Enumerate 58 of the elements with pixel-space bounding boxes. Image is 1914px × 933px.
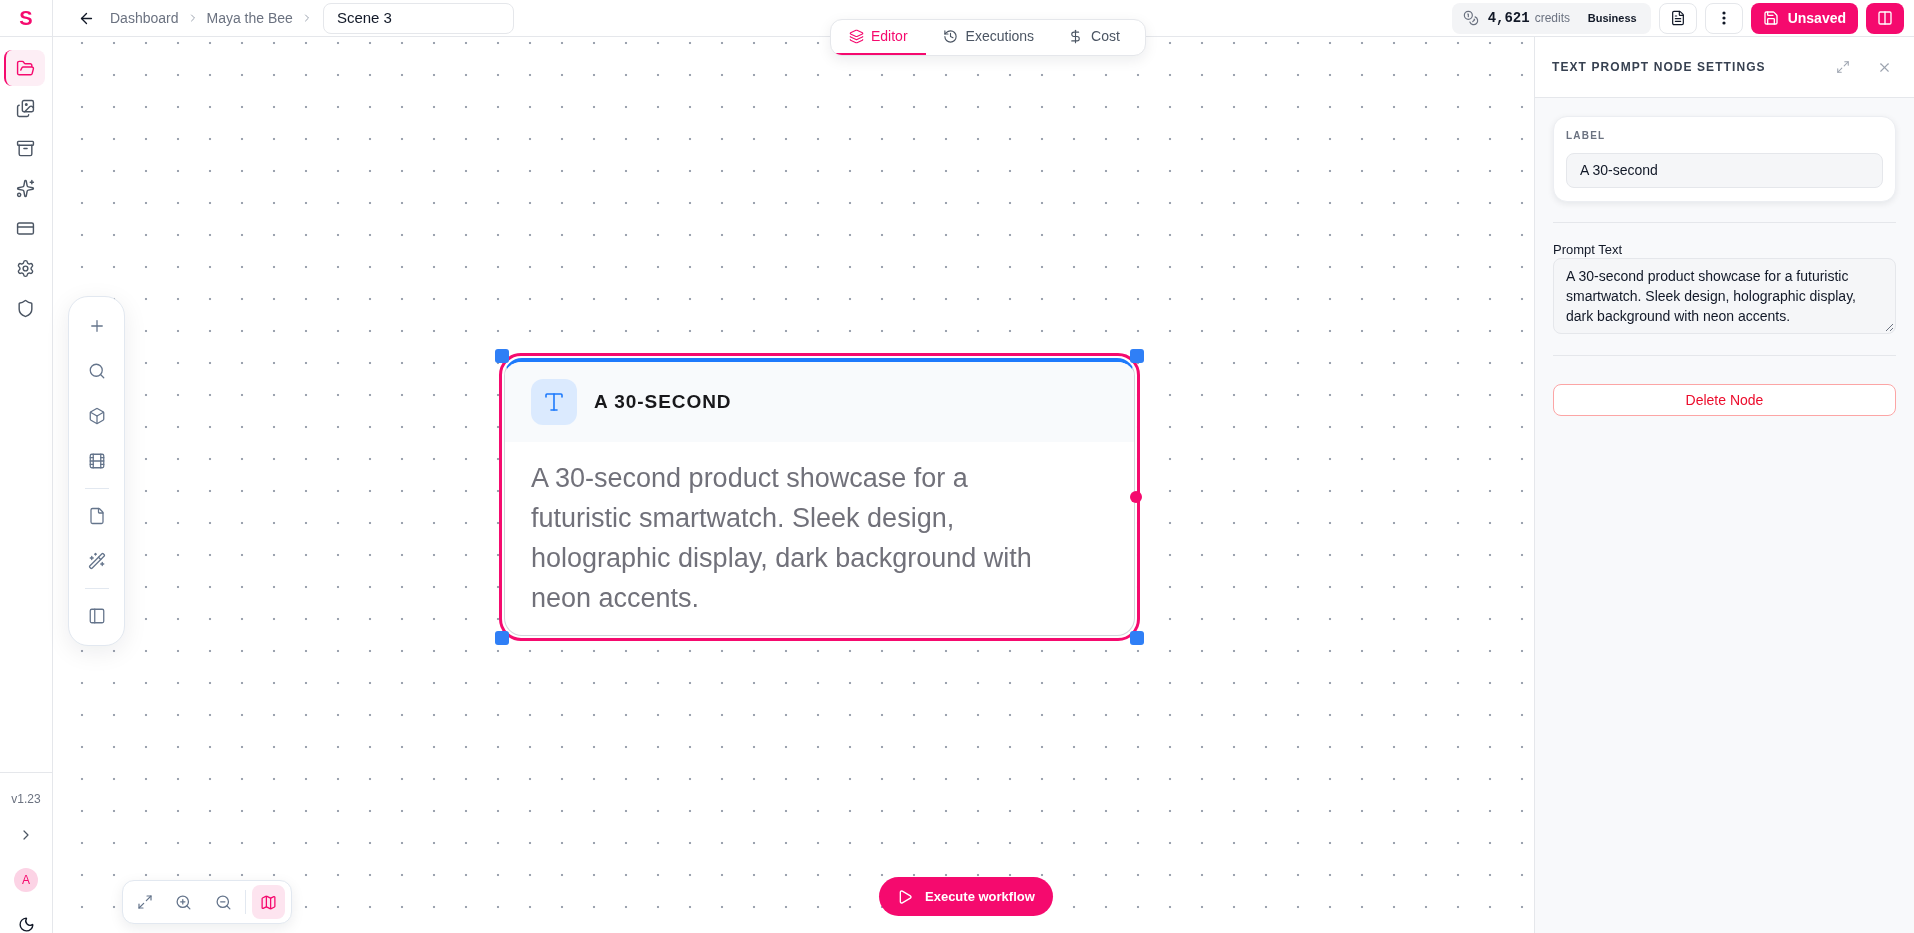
field-label: LABEL: [1566, 130, 1607, 142]
save-icon: [1762, 10, 1779, 26]
more-options-button[interactable]: [1704, 2, 1743, 34]
settings-icon: [16, 258, 35, 278]
node-title: A 30-SECOND: [594, 389, 732, 414]
resize-handle[interactable]: [495, 631, 509, 645]
delete-node-button[interactable]: Delete Node: [1553, 384, 1896, 416]
moon-icon[interactable]: [17, 916, 35, 933]
file-icon[interactable]: [87, 507, 106, 525]
execute-workflow-button[interactable]: Execute workflow: [879, 877, 1053, 916]
plan-name: Business: [1587, 10, 1637, 26]
archive-icon: [16, 138, 35, 158]
images-icon: [16, 98, 35, 118]
zoom-out-icon[interactable]: [214, 893, 232, 911]
breadcrumb-link[interactable]: Maya the Bee: [206, 9, 293, 27]
label-input[interactable]: A 30-second: [1566, 153, 1883, 188]
panel-toggle-button[interactable]: [1866, 2, 1904, 34]
resize-handle[interactable]: [495, 349, 509, 363]
history-icon: [942, 29, 958, 44]
coins-icon: [1462, 10, 1479, 26]
resize-grip-icon[interactable]: [1885, 323, 1893, 331]
cube-icon[interactable]: [87, 407, 106, 425]
save-button[interactable]: Unsaved: [1750, 2, 1858, 34]
fit-view-icon[interactable]: [136, 894, 153, 910]
file-text-icon: [1669, 10, 1686, 26]
film-icon[interactable]: [87, 452, 106, 470]
text-icon: [531, 379, 577, 425]
layers-icon: [849, 29, 864, 44]
magic-wand-icon[interactable]: [87, 552, 106, 570]
prompt-textarea[interactable]: A 30-second product showcase for a futuristic smartwatch. Sleek design, holographic display, dark background with neon accents.: [1553, 258, 1896, 334]
columns-icon: [1877, 10, 1893, 26]
credits-label: credits: [1534, 10, 1570, 27]
resize-handle[interactable]: [1130, 349, 1144, 363]
breadcrumb-link[interactable]: Dashboard: [110, 9, 179, 27]
panel-title: TEXT PROMPT NODE SETTINGS: [1552, 59, 1766, 76]
search-icon[interactable]: [87, 362, 106, 380]
node-text: A 30-second product showcase for a futuristic smartwatch. Sleek design, holographic display, dark background with neon accents.: [531, 462, 1033, 615]
folder-icon: [16, 58, 35, 78]
zoom-in-icon[interactable]: [175, 893, 193, 911]
shield-icon: [16, 298, 35, 318]
app-logo[interactable]: S: [19, 6, 33, 30]
play-icon: [897, 888, 913, 905]
field-label: Prompt Text: [1553, 242, 1624, 258]
version-label: v1.23: [11, 791, 41, 807]
nav-button[interactable]: [4, 50, 45, 86]
view-tab[interactable]: Cost: [1051, 20, 1137, 55]
user-avatar[interactable]: A: [14, 868, 38, 892]
view-tab[interactable]: Executions: [925, 20, 1052, 55]
minimap-button[interactable]: [251, 885, 285, 919]
map-icon: [259, 893, 277, 911]
panel-left-icon[interactable]: [87, 607, 106, 625]
view-tab[interactable]: Editor: [831, 20, 926, 55]
credits-amount: 4,621: [1487, 8, 1530, 28]
title-input[interactable]: Scene 3: [322, 2, 514, 34]
resize-handle[interactable]: [1130, 631, 1144, 645]
more-vertical-icon: [1721, 11, 1726, 25]
sparkles-icon: [16, 178, 35, 198]
file-button[interactable]: [1658, 2, 1697, 34]
